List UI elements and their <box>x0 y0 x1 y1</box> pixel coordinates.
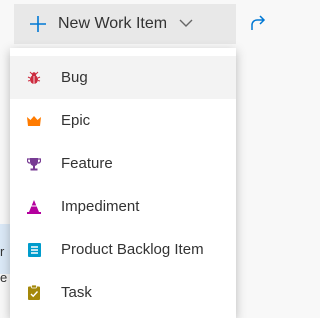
menu-item-bug[interactable]: Bug <box>10 56 236 99</box>
bug-icon <box>26 70 42 86</box>
new-work-item-menu: Bug Epic Feature Impediment Product Back… <box>10 48 236 318</box>
plus-icon <box>26 12 50 36</box>
background-row-text: r <box>0 244 5 259</box>
menu-item-label: Feature <box>61 155 113 172</box>
redo-icon[interactable] <box>248 14 268 39</box>
background-row-text: e <box>0 270 8 285</box>
backlog-item-icon <box>26 242 42 258</box>
chevron-down-icon <box>179 15 193 33</box>
menu-item-impediment[interactable]: Impediment <box>10 185 236 228</box>
menu-item-product-backlog-item[interactable]: Product Backlog Item <box>10 228 236 271</box>
menu-item-feature[interactable]: Feature <box>10 142 236 185</box>
menu-item-label: Bug <box>61 69 88 86</box>
trophy-icon <box>26 156 42 172</box>
menu-item-label: Impediment <box>61 198 140 215</box>
menu-item-task[interactable]: Task <box>10 271 236 314</box>
new-work-item-label: New Work Item <box>58 15 168 32</box>
clipboard-icon <box>26 285 42 301</box>
menu-item-epic[interactable]: Epic <box>10 99 236 142</box>
menu-item-label: Task <box>61 284 92 301</box>
right-strip <box>236 0 272 318</box>
new-work-item-button[interactable]: New Work Item <box>14 4 236 44</box>
impediment-icon <box>26 199 42 215</box>
crown-icon <box>26 113 42 129</box>
menu-item-label: Product Backlog Item <box>61 241 204 258</box>
menu-item-label: Epic <box>61 112 91 129</box>
